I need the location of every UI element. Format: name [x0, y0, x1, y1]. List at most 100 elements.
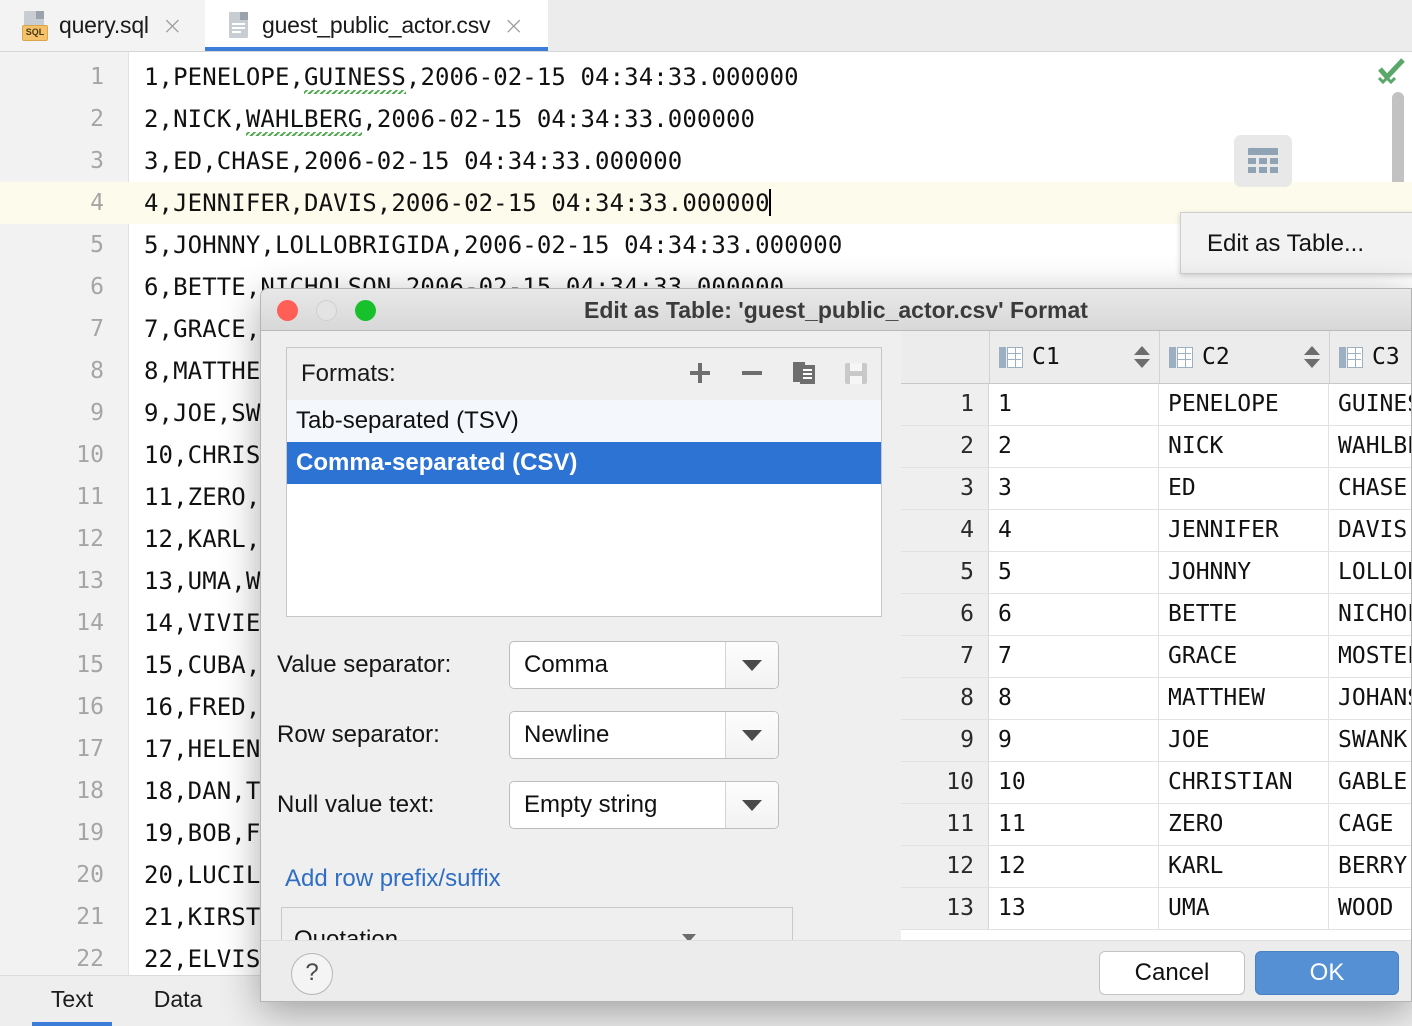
preview-table-row[interactable]: 44JENNIFERDAVIS	[901, 510, 1411, 552]
preview-table-row[interactable]: 88MATTHEWJOHANSSON	[901, 678, 1411, 720]
preview-table-row[interactable]: 22NICKWAHLBERG	[901, 426, 1411, 468]
preview-table-cell[interactable]: BERRY	[1329, 846, 1411, 888]
edit-as-table-format-dialog: Edit as Table: 'guest_public_actor.csv' …	[260, 288, 1412, 1002]
preview-table-cell[interactable]: JOHNNY	[1159, 552, 1329, 594]
tab-data[interactable]: Data	[128, 976, 228, 1026]
preview-table-cell[interactable]: ZERO	[1159, 804, 1329, 846]
line-text: 4,JENNIFER,DAVIS,2006-02-15 04:34:33.000…	[144, 182, 771, 224]
line-number: 13	[0, 560, 104, 602]
preview-table-cell[interactable]: 5	[989, 552, 1159, 594]
quotation-section-clipped[interactable]: Quotation	[281, 907, 793, 941]
help-button[interactable]: ?	[291, 953, 333, 995]
remove-icon[interactable]	[737, 357, 767, 389]
preview-table-cell[interactable]: WAHLBERG	[1329, 426, 1411, 468]
preview-table-cell[interactable]: JENNIFER	[1159, 510, 1329, 552]
ok-button[interactable]: OK	[1255, 951, 1399, 995]
preview-table-cell[interactable]: ED	[1159, 468, 1329, 510]
preview-table-row[interactable]: 1212KARLBERRY	[901, 846, 1411, 888]
row-separator-value: Newline	[510, 721, 725, 749]
preview-table-row[interactable]: 1313UMAWOOD	[901, 888, 1411, 930]
preview-table-cell[interactable]: PENELOPE	[1159, 384, 1329, 426]
preview-table-cell[interactable]: MOSTEL	[1329, 636, 1411, 678]
preview-table-row[interactable]: 99JOESWANK	[901, 720, 1411, 762]
preview-table-row[interactable]: 33EDCHASE	[901, 468, 1411, 510]
close-icon[interactable]: ×	[162, 13, 183, 38]
format-list-item[interactable]: Comma-separated (CSV)	[287, 442, 881, 484]
preview-table-cell[interactable]: CAGE	[1329, 804, 1411, 846]
sql-badge-label: SQL	[22, 25, 48, 41]
preview-table-cell[interactable]: 7	[989, 636, 1159, 678]
editor-tab-bar: SQL query.sql × guest_public_actor.csv ×	[0, 0, 1412, 51]
preview-table-cell[interactable]: UMA	[1159, 888, 1329, 930]
preview-table-cell[interactable]: MATTHEW	[1159, 678, 1329, 720]
preview-table-cell[interactable]: JOHANSSON	[1329, 678, 1411, 720]
line-number: 15	[0, 644, 104, 686]
sort-arrows-icon[interactable]	[1134, 345, 1150, 369]
preview-table-cell[interactable]: GUINESS	[1329, 384, 1411, 426]
formats-list[interactable]: Tab-separated (TSV)Comma-separated (CSV)	[287, 400, 881, 616]
preview-table-cell[interactable]: GRACE	[1159, 636, 1329, 678]
preview-table-cell[interactable]: SWANK	[1329, 720, 1411, 762]
preview-table-cell[interactable]: KARL	[1159, 846, 1329, 888]
row-separator-select[interactable]: Newline	[509, 711, 779, 759]
preview-table-row[interactable]: 55JOHNNYLOLLOBRIGIDA	[901, 552, 1411, 594]
chevron-down-icon[interactable]	[725, 712, 778, 758]
preview-table-row[interactable]: 77GRACEMOSTEL	[901, 636, 1411, 678]
add-row-prefix-suffix-link[interactable]: Add row prefix/suffix	[285, 859, 705, 899]
line-number: 2	[0, 98, 104, 140]
preview-table-cell[interactable]: NICHOLSON	[1329, 594, 1411, 636]
preview-table-cell[interactable]: 11	[989, 804, 1159, 846]
preview-row-number: 2	[901, 426, 989, 468]
value-separator-select[interactable]: Comma	[509, 641, 779, 689]
preview-table-cell[interactable]: 1	[989, 384, 1159, 426]
chevron-down-icon[interactable]	[725, 642, 778, 688]
preview-column-header[interactable]: C1	[990, 331, 1160, 383]
preview-table-cell[interactable]: 13	[989, 888, 1159, 930]
line-number: 19	[0, 812, 104, 854]
preview-table-cell[interactable]: 2	[989, 426, 1159, 468]
line-number: 17	[0, 728, 104, 770]
preview-table-row[interactable]: 1111ZEROCAGE	[901, 804, 1411, 846]
add-icon[interactable]	[685, 357, 715, 389]
editor-line[interactable]: 22,NICK,WAHLBERG,2006-02-15 04:34:33.000…	[0, 98, 1412, 140]
close-icon[interactable]: ×	[503, 13, 524, 38]
preview-column-header[interactable]: C3	[1330, 331, 1411, 383]
tab-text[interactable]: Text	[22, 976, 122, 1026]
tab-guest-public-actor-csv[interactable]: guest_public_actor.csv ×	[205, 0, 548, 51]
table-preview[interactable]: C1C2C3 11PENELOPEGUINESS22NICKWAHLBERG33…	[901, 331, 1411, 941]
preview-table-cell[interactable]: NICK	[1159, 426, 1329, 468]
preview-table-cell[interactable]: DAVIS	[1329, 510, 1411, 552]
tab-query-sql[interactable]: SQL query.sql ×	[0, 0, 205, 51]
dialog-title-bar[interactable]: Edit as Table: 'guest_public_actor.csv' …	[261, 289, 1411, 331]
line-number: 8	[0, 350, 104, 392]
preview-table-cell[interactable]: 6	[989, 594, 1159, 636]
chevron-down-icon[interactable]	[725, 782, 778, 828]
null-value-text-select[interactable]: Empty string	[509, 781, 779, 829]
preview-row-number: 5	[901, 552, 989, 594]
preview-table-cell[interactable]: 8	[989, 678, 1159, 720]
preview-table-cell[interactable]: JOE	[1159, 720, 1329, 762]
preview-table-cell[interactable]: CHASE	[1329, 468, 1411, 510]
editor-line[interactable]: 11,PENELOPE,GUINESS,2006-02-15 04:34:33.…	[0, 56, 1412, 98]
sort-arrows-icon[interactable]	[1304, 345, 1320, 369]
preview-table-cell[interactable]: 9	[989, 720, 1159, 762]
preview-table-cell[interactable]: LOLLOBRIGIDA	[1329, 552, 1411, 594]
duplicate-icon[interactable]	[789, 357, 819, 389]
preview-table-cell[interactable]: 3	[989, 468, 1159, 510]
preview-table-cell[interactable]: BETTE	[1159, 594, 1329, 636]
cancel-button[interactable]: Cancel	[1099, 951, 1245, 995]
editor-line[interactable]: 33,ED,CHASE,2006-02-15 04:34:33.000000	[0, 140, 1412, 182]
preview-table-cell[interactable]: 10	[989, 762, 1159, 804]
preview-table-cell[interactable]: 12	[989, 846, 1159, 888]
preview-table-cell[interactable]: CHRISTIAN	[1159, 762, 1329, 804]
preview-table-row[interactable]: 11PENELOPEGUINESS	[901, 384, 1411, 426]
preview-table-cell[interactable]: GABLE	[1329, 762, 1411, 804]
preview-table-cell[interactable]: 4	[989, 510, 1159, 552]
preview-row-number: 8	[901, 678, 989, 720]
format-list-item[interactable]: Tab-separated (TSV)	[287, 400, 881, 442]
preview-table-row[interactable]: 1010CHRISTIANGABLE	[901, 762, 1411, 804]
edit-as-table-button[interactable]	[1234, 135, 1292, 187]
preview-table-row[interactable]: 66BETTENICHOLSON	[901, 594, 1411, 636]
preview-column-header[interactable]: C2	[1160, 331, 1330, 383]
preview-table-cell[interactable]: WOOD	[1329, 888, 1411, 930]
